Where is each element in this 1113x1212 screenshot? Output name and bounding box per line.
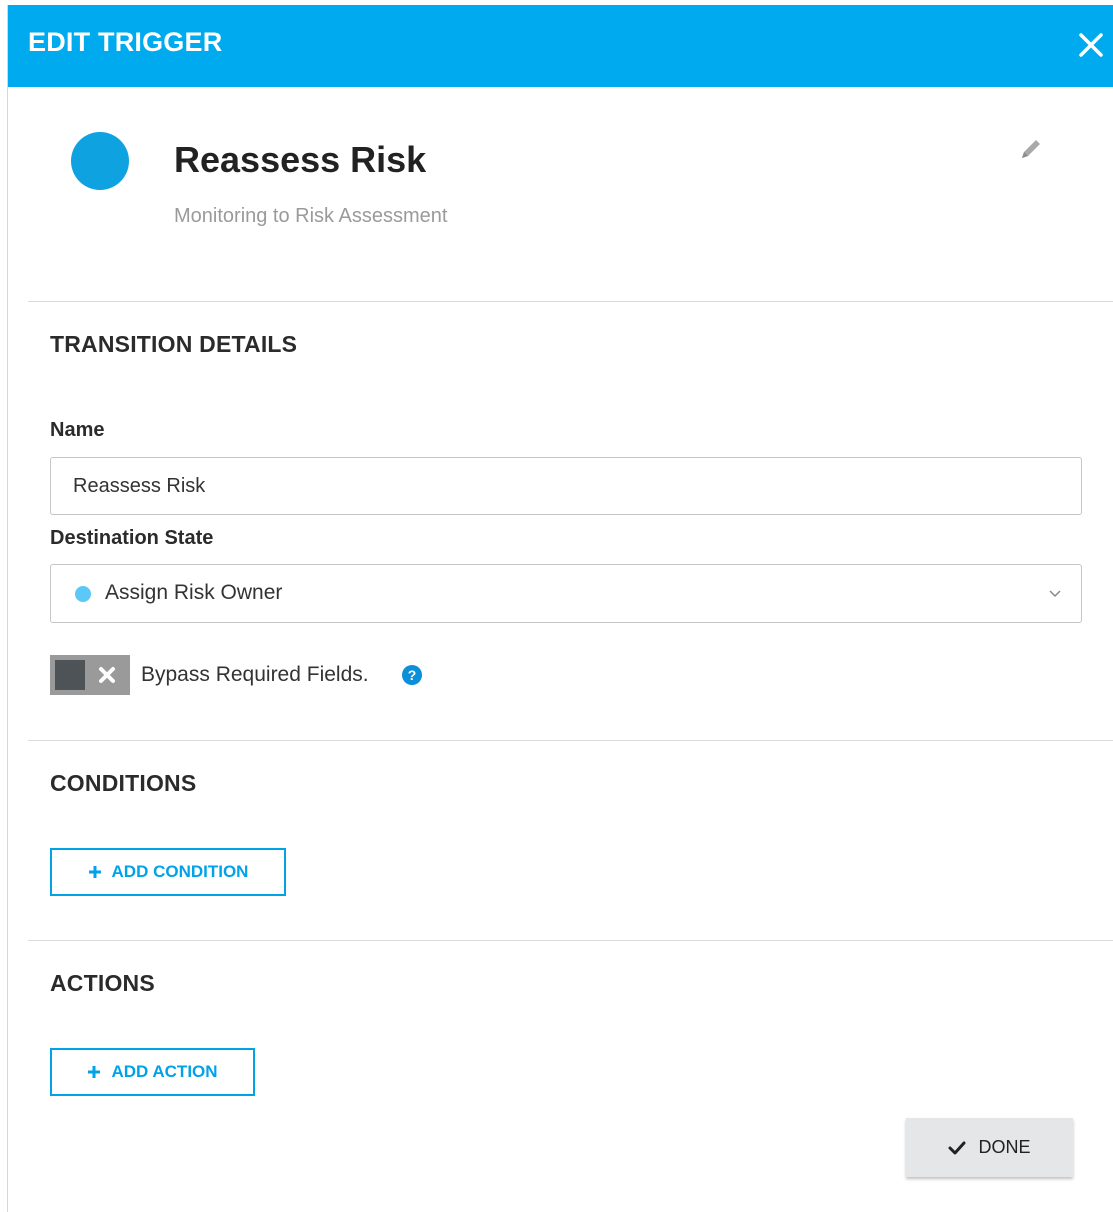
close-icon [1079,33,1103,57]
done-label: DONE [978,1137,1031,1157]
section-divider [28,301,1113,302]
done-button[interactable]: DONE [906,1118,1073,1177]
trigger-name-heading: Reassess Risk [174,139,427,180]
svg-text:?: ? [408,667,417,683]
section-divider [28,940,1113,941]
toggle-knob [55,660,85,690]
question-circle-icon: ? [402,665,422,685]
trigger-color-dot [71,132,129,190]
destination-state-select[interactable]: Assign Risk Owner [50,564,1082,623]
edit-trigger-modal: EDIT TRIGGER Reassess Risk Monitoring to… [7,5,1113,1212]
add-action-button[interactable]: ADD ACTION [50,1048,255,1096]
actions-heading: ACTIONS [50,970,155,996]
state-color-dot [75,586,91,602]
modal-title: EDIT TRIGGER [28,27,223,57]
edit-button[interactable] [1018,136,1044,162]
plus-icon [88,1066,101,1078]
bypass-required-fields-toggle[interactable] [50,655,130,695]
plus-icon [88,866,101,878]
destination-state-value: Assign Risk Owner [105,581,283,604]
add-condition-button[interactable]: ADD CONDITION [50,848,286,896]
transition-details-heading: TRANSITION DETAILS [50,331,298,357]
close-button[interactable] [1069,23,1113,67]
x-icon [99,667,115,683]
destination-state-label: Destination State [50,527,214,549]
pencil-icon [1022,140,1040,158]
add-action-label: ADD ACTION [111,1062,218,1081]
name-label: Name [50,419,105,441]
conditions-heading: CONDITIONS [50,770,197,796]
add-condition-label: ADD CONDITION [111,862,249,881]
check-icon [948,1141,966,1154]
chevron-down-icon [1049,590,1061,598]
help-button[interactable]: ? [401,664,423,686]
bypass-required-fields-label: Bypass Required Fields. [141,663,369,686]
modal-header: EDIT TRIGGER [8,5,1113,87]
section-divider [28,740,1113,741]
name-input[interactable] [50,457,1082,515]
trigger-transition-subtitle: Monitoring to Risk Assessment [174,205,448,227]
